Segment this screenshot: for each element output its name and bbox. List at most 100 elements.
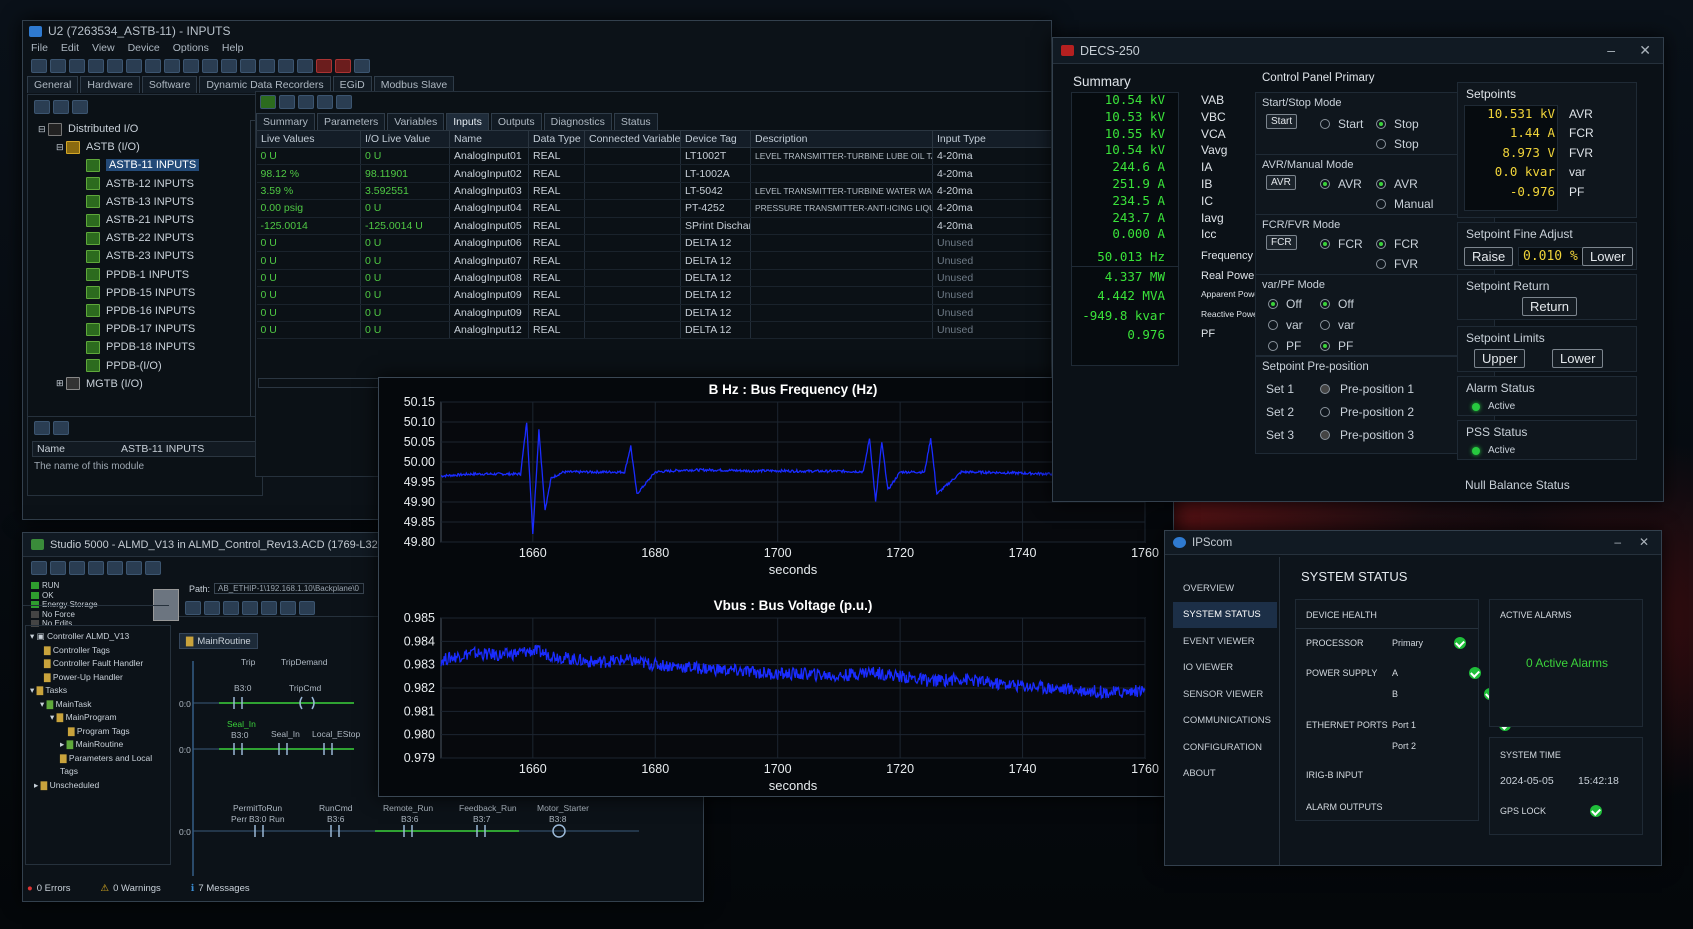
minimize-icon[interactable]: – (1614, 535, 1621, 549)
xic-icon[interactable] (223, 601, 239, 615)
table-row[interactable]: 98.12 % 98.11901 AnalogInput02 REAL LT-1002A… (256, 164, 1051, 183)
category-icon[interactable] (53, 421, 69, 435)
nav-overview[interactable]: OVERVIEW (1173, 575, 1277, 602)
tree-node-group[interactable]: ⊟ ASTB (I/O) (38, 138, 238, 156)
radio-fcr[interactable]: FCR (1320, 237, 1363, 251)
radio-fvr[interactable]: FVR (1376, 257, 1418, 271)
column-header[interactable]: Data Type (528, 130, 585, 148)
connected-variable[interactable] (584, 199, 681, 218)
rung-icon[interactable] (185, 601, 201, 615)
errors-count[interactable]: ● 0 Errors (27, 883, 71, 894)
table-row[interactable]: 3.59 % 3.592551 AnalogInput03 REAL LT-5042 LE… (256, 182, 1051, 201)
lower-limit-button[interactable]: Lower (1552, 349, 1604, 368)
undo-icon[interactable] (126, 59, 142, 73)
save-icon[interactable] (69, 59, 85, 73)
verify-icon[interactable] (145, 561, 161, 575)
organizer-item[interactable]: ▇ Controller Tags (30, 644, 170, 658)
nav-event-viewer[interactable]: EVENT VIEWER (1173, 628, 1277, 655)
input-type[interactable]: 4-20ma (932, 199, 1051, 218)
collapse-toggle-icon[interactable]: ⊟ (38, 124, 48, 135)
tree-item[interactable]: ASTB-23 INPUTS (38, 247, 238, 265)
messages-count[interactable]: ℹ7 Messages (191, 883, 250, 894)
organizer-item[interactable]: ▾ ▇ MainProgram (30, 711, 170, 725)
organizer-item-controller[interactable]: ▾ ▣ Controller ALMD_V13 (30, 630, 170, 644)
connected-variable[interactable] (584, 304, 681, 322)
fcr-button[interactable]: FCR (1266, 235, 1297, 250)
menu-view[interactable]: View (92, 42, 115, 54)
tree-item[interactable]: ASTB-13 INPUTS (38, 193, 238, 211)
undo-icon[interactable] (107, 561, 123, 575)
back-icon[interactable] (88, 59, 104, 73)
close-icon[interactable]: ✕ (1639, 42, 1651, 59)
tab-variables[interactable]: Variables (387, 113, 445, 130)
fine-adjust-value[interactable]: 0.010 % (1518, 247, 1583, 266)
radio-off-selected[interactable]: Off (1320, 297, 1354, 311)
xio-icon[interactable] (242, 601, 258, 615)
stop-icon[interactable] (316, 59, 332, 73)
input-type[interactable]: Unused (932, 234, 1051, 253)
column-header[interactable]: Input Type (932, 130, 1051, 148)
expand-toggle-icon[interactable]: ⊞ (56, 378, 66, 389)
refresh-icon[interactable] (72, 100, 88, 114)
nav-sensor-viewer[interactable]: SENSOR VIEWER (1173, 681, 1277, 708)
copy-icon[interactable] (183, 59, 199, 73)
tree-item[interactable]: ASTB-12 INPUTS (38, 175, 238, 193)
tree-item[interactable]: PPDB-17 INPUTS (38, 320, 238, 338)
radio-var[interactable]: var (1268, 318, 1303, 332)
save-icon[interactable] (69, 561, 85, 575)
radio-stop[interactable]: Stop (1376, 137, 1419, 151)
menu-edit[interactable]: Edit (61, 42, 79, 54)
tree-item[interactable]: PPDB-18 INPUTS (38, 338, 238, 356)
radio-preposition-3[interactable]: Pre-position 3 (1320, 428, 1414, 442)
pause-icon[interactable] (279, 95, 295, 109)
property-name-value[interactable]: ASTB-11 INPUTS (121, 443, 204, 455)
minimize-icon[interactable]: – (1607, 42, 1615, 58)
menu-device[interactable]: Device (128, 42, 160, 54)
collapse-toggle-icon[interactable]: ⊟ (56, 142, 66, 153)
organizer-item[interactable]: ▸ ▇ MainRoutine (30, 738, 170, 752)
organizer-item[interactable]: ▇ Controller Fault Handler (30, 657, 170, 671)
input-type[interactable]: Unused (932, 251, 1051, 270)
input-type[interactable]: 4-20ma (932, 182, 1051, 201)
find-icon[interactable] (221, 59, 237, 73)
input-type[interactable]: 4-20ma (932, 147, 1051, 166)
column-header[interactable]: Description (750, 130, 933, 148)
nav-io-viewer[interactable]: IO VIEWER (1173, 655, 1277, 682)
nav-communications[interactable]: COMMUNICATIONS (1173, 708, 1277, 735)
collapse-icon[interactable] (53, 100, 69, 114)
column-header[interactable]: Device Tag (680, 130, 751, 148)
connect-icon[interactable] (240, 59, 256, 73)
connected-variable[interactable] (584, 147, 681, 166)
warnings-count[interactable]: ⚠ 0 Warnings (101, 883, 161, 894)
column-header[interactable]: Live Values (256, 130, 361, 148)
input-type[interactable]: Unused (932, 321, 1051, 340)
input-type[interactable]: Unused (932, 269, 1051, 288)
export-icon[interactable] (336, 95, 352, 109)
organizer-item[interactable]: ▇ Parameters and Local Tags (30, 752, 170, 779)
menu-file[interactable]: File (31, 42, 48, 54)
organizer-item[interactable]: ▇ Power-Up Handler (30, 671, 170, 685)
organizer-item[interactable]: ▇ Program Tags (30, 725, 170, 739)
organizer-item[interactable]: ▸ ▇ Unscheduled (30, 779, 170, 793)
path-field[interactable]: AB_ETHIP-1\192.168.1.10\Backplane\0 (214, 583, 365, 594)
organizer-item[interactable]: ▾ ▇ Tasks (30, 684, 170, 698)
table-row[interactable]: 0 U0 U AnalogInput06 REAL DELTA 12 Unused (256, 234, 1051, 253)
return-button[interactable]: Return (1522, 297, 1578, 316)
redo-icon[interactable] (126, 561, 142, 575)
tree-item[interactable]: ASTB-11 INPUTS (38, 156, 238, 174)
radio-start[interactable]: Start (1320, 117, 1363, 131)
input-type[interactable]: Unused (932, 304, 1051, 322)
menu-options[interactable]: Options (173, 42, 209, 54)
download-icon[interactable] (259, 59, 275, 73)
paste-icon[interactable] (202, 59, 218, 73)
ote-icon[interactable] (261, 601, 277, 615)
column-header[interactable]: Name (449, 130, 529, 148)
tab-diagnostics[interactable]: Diagnostics (543, 113, 612, 130)
column-header[interactable]: Connected Variable (584, 130, 681, 148)
new-icon[interactable] (31, 561, 47, 575)
table-row[interactable]: 0 U0 U AnalogInput09 REAL DELTA 12 Unused (256, 286, 1051, 305)
radio-avr[interactable]: AVR (1320, 177, 1362, 191)
tree-item[interactable]: PPDB-16 INPUTS (38, 302, 238, 320)
radio-var[interactable]: var (1320, 318, 1355, 332)
radio-pf[interactable]: PF (1268, 339, 1301, 353)
